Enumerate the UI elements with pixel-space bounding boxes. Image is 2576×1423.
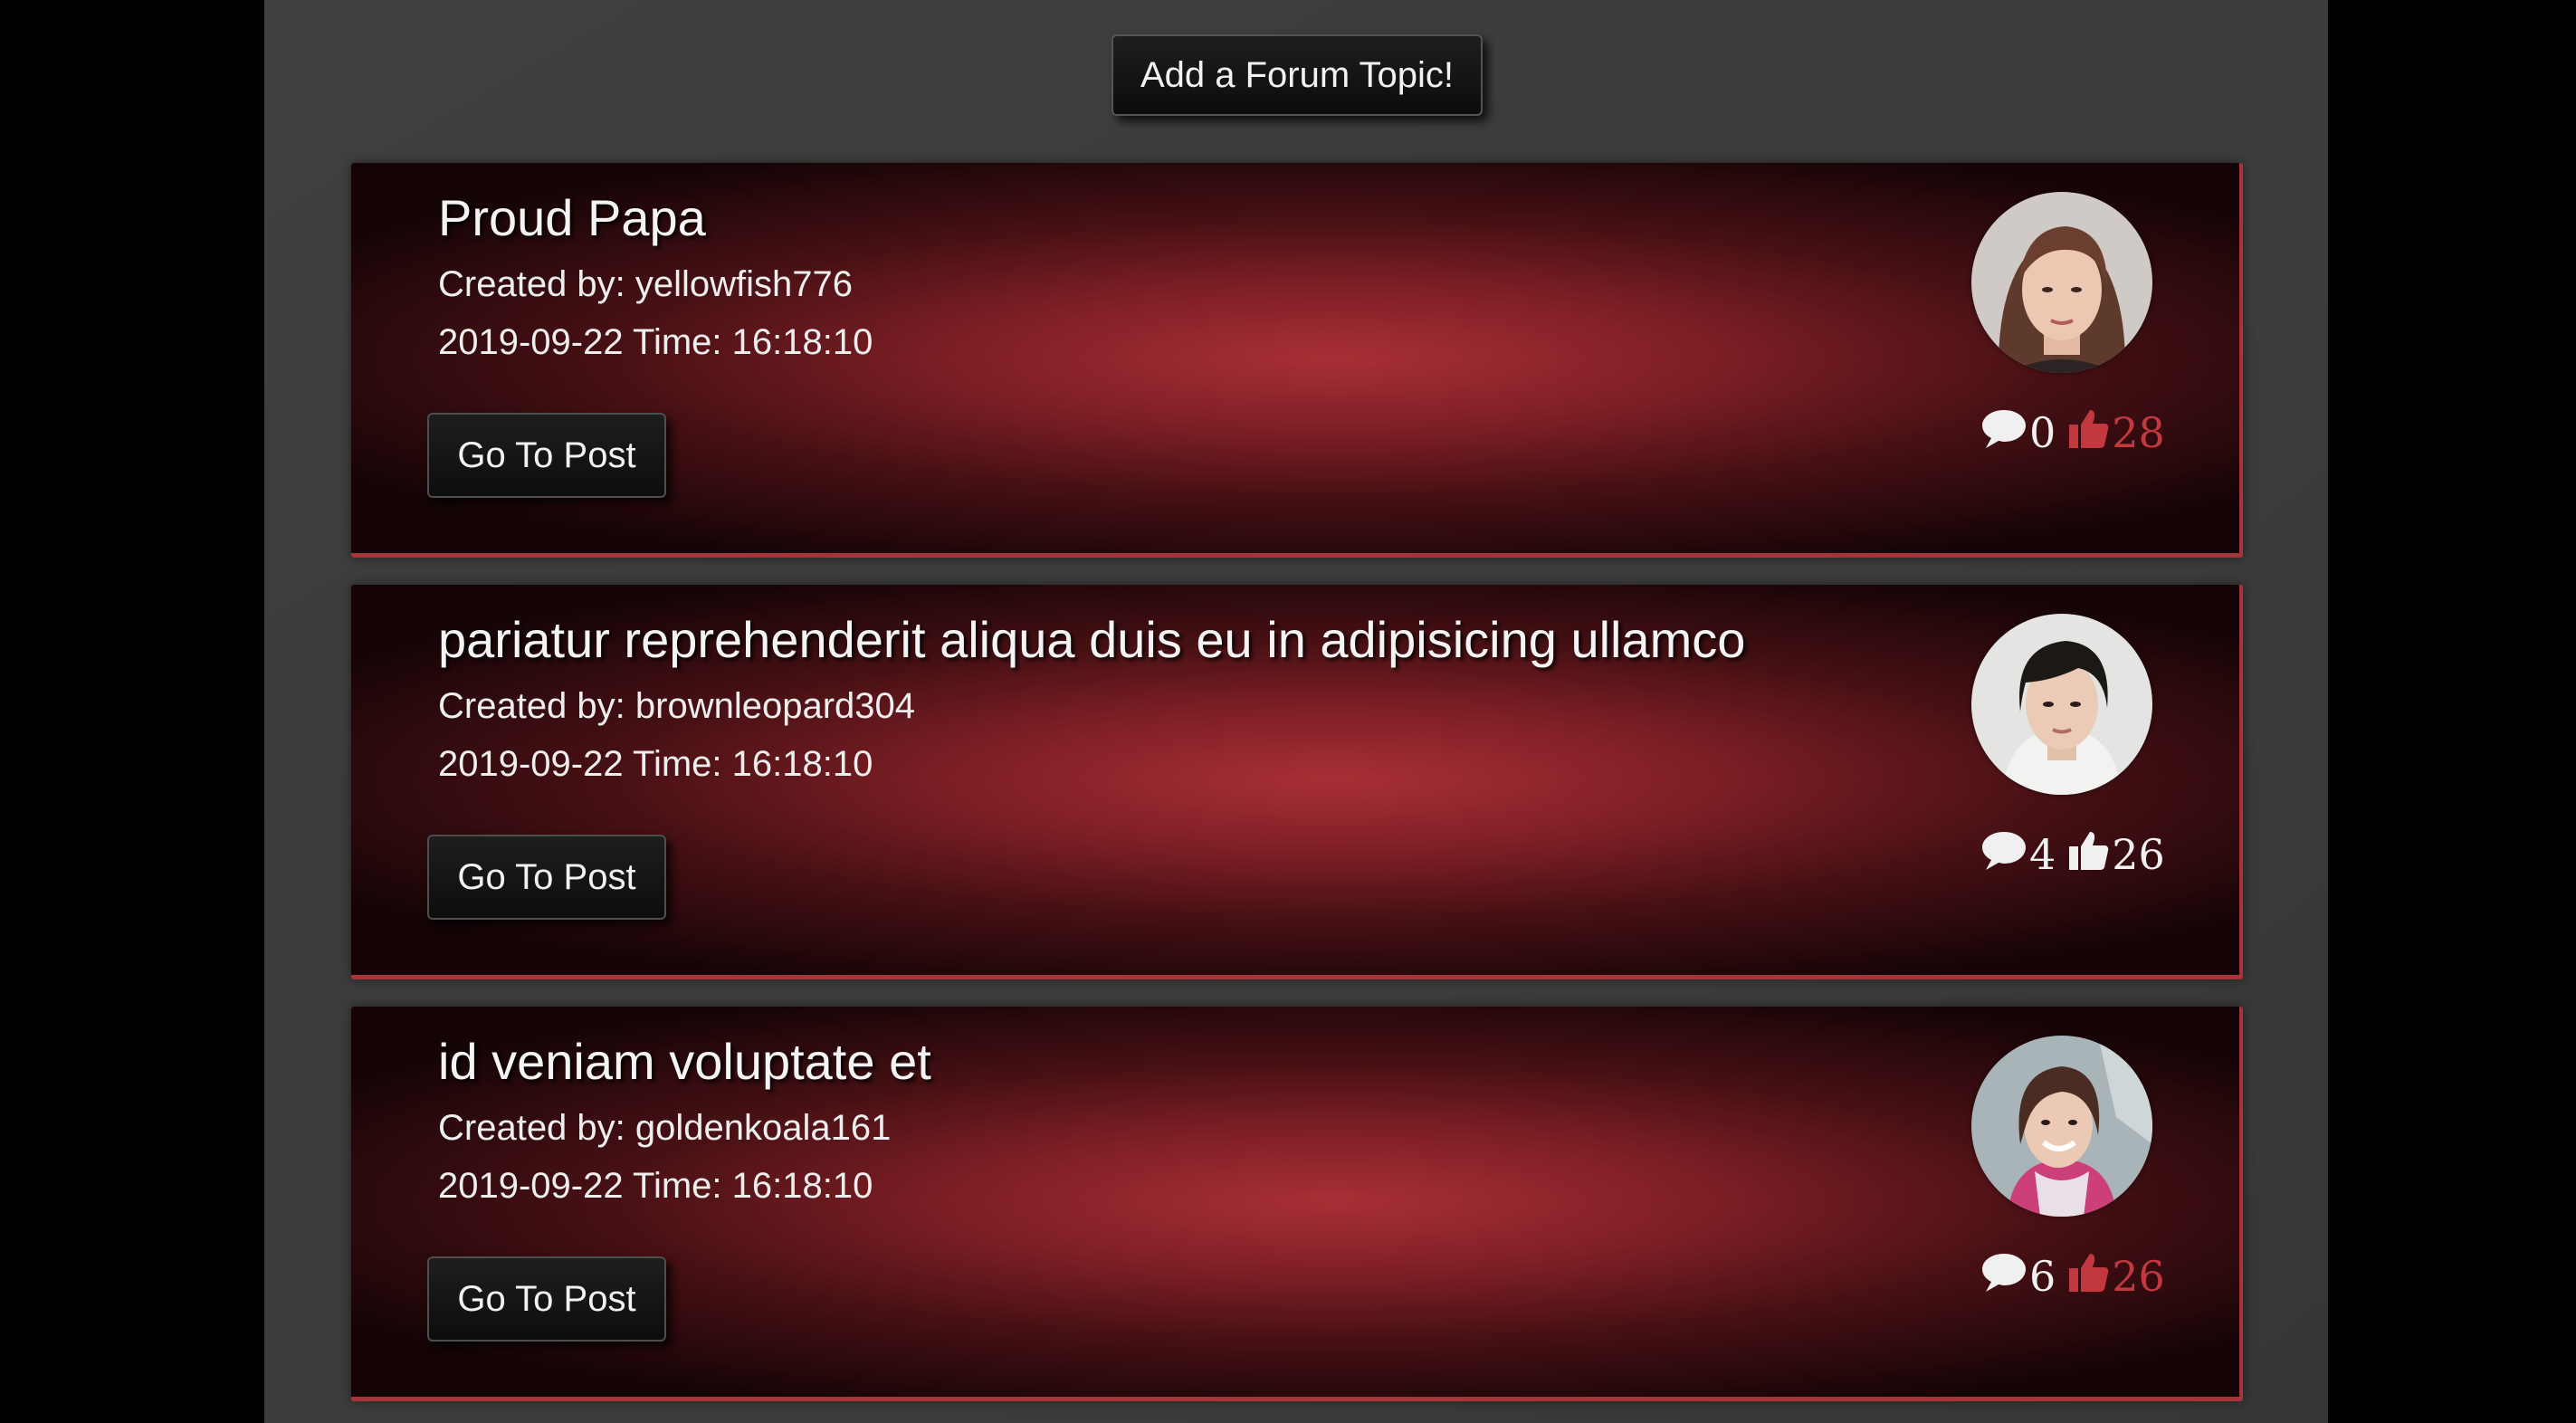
author-avatar <box>1971 192 2152 373</box>
go-to-post-button[interactable]: Go To Post <box>427 835 666 920</box>
speech-bubble-icon[interactable] <box>1980 406 2027 460</box>
go-to-post-button[interactable]: Go To Post <box>427 1256 666 1342</box>
add-forum-topic-button[interactable]: Add a Forum Topic! <box>1111 34 1483 116</box>
thumbs-up-icon[interactable] <box>2068 828 2110 882</box>
post-author: Created by: yellowfish776 <box>438 264 854 304</box>
like-count: 28 <box>2112 408 2165 457</box>
post-author: Created by: goldenkoala161 <box>438 1108 892 1148</box>
like-count: 26 <box>2112 1252 2165 1301</box>
comment-count: 4 <box>2029 830 2056 879</box>
post-datetime: 2019-09-22 Time: 16:18:10 <box>438 322 873 362</box>
post-datetime: 2019-09-22 Time: 16:18:10 <box>438 1166 873 1206</box>
comment-count: 0 <box>2029 408 2056 457</box>
thumbs-up-icon[interactable] <box>2068 406 2110 460</box>
post-stats: 4 26 <box>1980 827 2165 882</box>
post-title: id veniam voluptate et <box>438 1033 931 1090</box>
forum-page: Add a Forum Topic! Proud Papa Created by… <box>264 0 2328 1423</box>
author-avatar <box>1971 1036 2152 1217</box>
post-title: Proud Papa <box>438 189 706 246</box>
forum-post-card: Proud Papa Created by: yellowfish776 201… <box>351 163 2243 558</box>
post-stats: 6 26 <box>1980 1249 2165 1304</box>
post-stats: 0 28 <box>1980 406 2165 460</box>
like-count: 26 <box>2112 830 2165 879</box>
forum-post-card: pariatur reprehenderit aliqua duis eu in… <box>351 585 2243 979</box>
go-to-post-button[interactable]: Go To Post <box>427 413 666 498</box>
forum-post-card: id veniam voluptate et Created by: golde… <box>351 1007 2243 1401</box>
post-author: Created by: brownleopard304 <box>438 686 916 726</box>
post-datetime: 2019-09-22 Time: 16:18:10 <box>438 744 873 784</box>
thumbs-up-icon[interactable] <box>2068 1250 2110 1304</box>
author-avatar <box>1971 614 2152 795</box>
speech-bubble-icon[interactable] <box>1980 828 2027 882</box>
comment-count: 6 <box>2029 1252 2056 1301</box>
speech-bubble-icon[interactable] <box>1980 1250 2027 1304</box>
post-title: pariatur reprehenderit aliqua duis eu in… <box>438 611 1746 668</box>
